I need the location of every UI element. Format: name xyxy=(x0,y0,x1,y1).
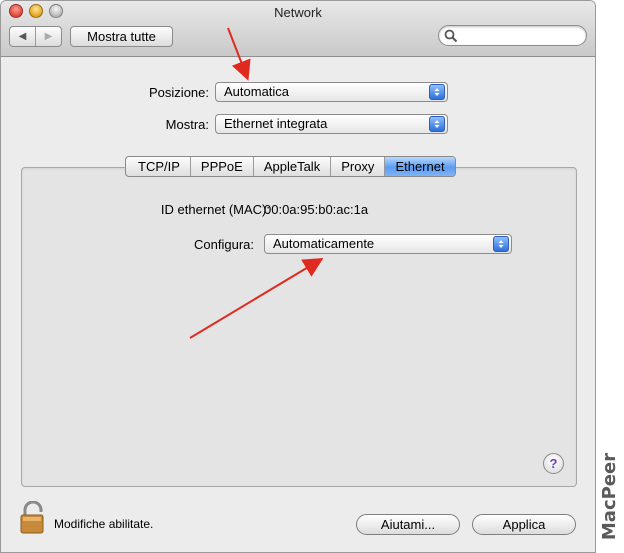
location-value: Automatica xyxy=(224,84,290,99)
lock-status-text: Modifiche abilitate. xyxy=(54,517,154,531)
search-input[interactable] xyxy=(438,25,587,46)
tab-ethernet[interactable]: Ethernet xyxy=(384,157,455,176)
tab-bar: TCP/IP PPPoE AppleTalk Proxy Ethernet xyxy=(125,156,456,177)
configure-value: Automaticamente xyxy=(273,236,375,251)
titlebar: Network ◀ ▶ Mostra tutte xyxy=(1,1,595,57)
lock-icon[interactable] xyxy=(20,501,46,534)
show-value: Ethernet integrata xyxy=(224,116,328,131)
tab-panel: ID ethernet (MAC): 00:0a:95:b0:ac:1a Con… xyxy=(21,167,577,487)
configure-popup[interactable]: Automaticamente xyxy=(264,234,512,254)
popup-arrows-icon xyxy=(429,116,445,132)
tab-tcpip[interactable]: TCP/IP xyxy=(126,157,190,176)
forward-button[interactable]: ▶ xyxy=(35,27,61,46)
tab-proxy[interactable]: Proxy xyxy=(330,157,384,176)
mac-value: 00:0a:95:b0:ac:1a xyxy=(264,202,369,217)
window-title: Network xyxy=(274,5,322,20)
location-popup[interactable]: Automatica xyxy=(215,82,448,102)
tab-pppoe[interactable]: PPPoE xyxy=(189,157,253,176)
back-forward-control: ◀ ▶ xyxy=(9,26,62,47)
mac-label: ID ethernet (MAC): xyxy=(160,202,270,217)
back-button[interactable]: ◀ xyxy=(10,27,35,46)
back-arrow-icon: ◀ xyxy=(18,31,27,42)
apply-button[interactable]: Applica xyxy=(472,514,576,535)
watermark-text: MacPeer xyxy=(599,452,621,541)
help-icon[interactable]: ? xyxy=(543,453,564,474)
tab-appletalk[interactable]: AppleTalk xyxy=(252,157,330,176)
popup-arrows-icon xyxy=(493,236,509,252)
configure-label: Configura: xyxy=(194,237,254,252)
show-label: Mostra: xyxy=(165,117,209,132)
network-preferences-window: Network ◀ ▶ Mostra tutte Posizione: Auto… xyxy=(0,0,596,553)
assist-me-button[interactable]: Aiutami... xyxy=(356,514,460,535)
forward-arrow-icon: ▶ xyxy=(44,31,53,42)
watermark: MacPeer xyxy=(596,440,624,553)
show-all-button[interactable]: Mostra tutte xyxy=(70,26,173,47)
search-icon xyxy=(444,29,458,43)
popup-arrows-icon xyxy=(429,84,445,100)
location-label: Posizione: xyxy=(149,85,209,100)
show-popup[interactable]: Ethernet integrata xyxy=(215,114,448,134)
